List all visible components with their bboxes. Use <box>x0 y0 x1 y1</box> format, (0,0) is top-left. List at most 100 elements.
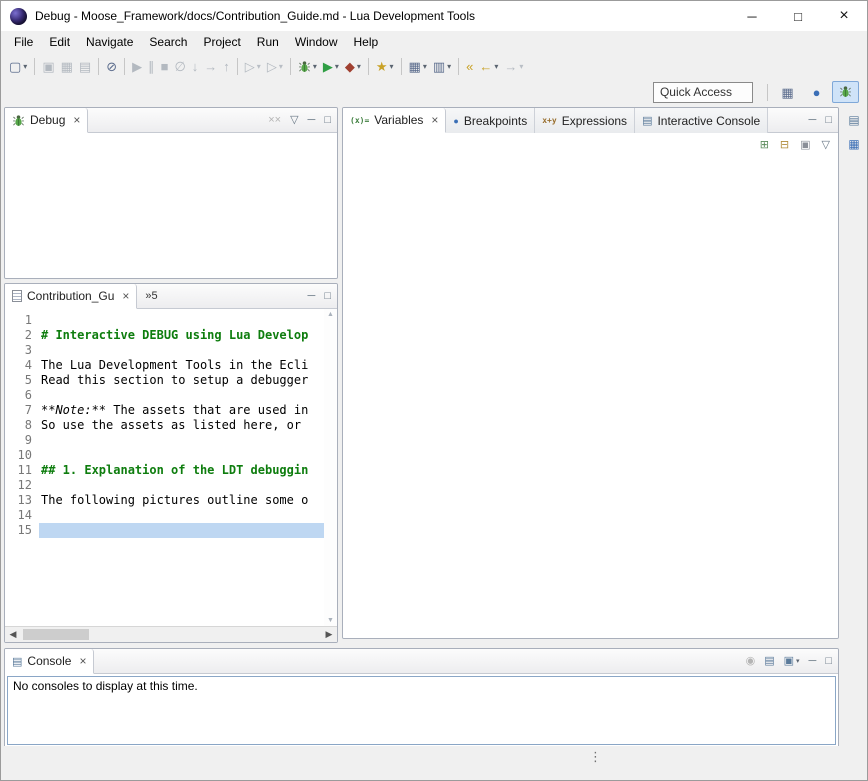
step-over-button[interactable]: → <box>201 55 220 77</box>
dropdown-arrow-icon[interactable]: ▾ <box>423 62 427 71</box>
view-menu-button[interactable]: ▽ <box>290 115 298 126</box>
debug-history-button[interactable]: ▷▾ <box>242 55 264 77</box>
disconnect-button[interactable]: ∅ <box>171 55 188 77</box>
menu-project[interactable]: Project <box>195 32 248 52</box>
open-console-button[interactable]: ▣▾ <box>784 656 800 667</box>
minimize-button[interactable]: ─ <box>809 115 817 126</box>
code-area[interactable]: # Interactive DEBUG using Lua DevelopThe… <box>39 309 337 642</box>
tab-contribution-guide[interactable]: Contribution_Gu × <box>5 284 137 309</box>
print-button[interactable]: ▤ <box>76 55 94 77</box>
vertical-scrollbar[interactable]: ▲ ▼ <box>324 309 337 626</box>
menu-file[interactable]: File <box>6 32 41 52</box>
app-icon[interactable] <box>10 8 27 25</box>
terminate-button[interactable]: ■ <box>158 55 172 77</box>
scroll-right-icon[interactable]: ▶ <box>321 629 337 640</box>
show-view-button[interactable]: ▦▾ <box>406 55 430 77</box>
ldt-perspective-button[interactable]: ● <box>803 81 830 103</box>
horizontal-scrollbar[interactable]: ◀ ▶ <box>5 626 337 642</box>
external-tools-button[interactable]: ◆▾ <box>342 55 364 77</box>
maximize-window-button[interactable]: □ <box>775 1 821 31</box>
minimize-button[interactable]: ─ <box>308 291 316 302</box>
menu-run[interactable]: Run <box>249 32 287 52</box>
step-into-button[interactable]: ↓ <box>189 55 202 77</box>
maximize-button[interactable]: □ <box>825 115 832 126</box>
dropdown-arrow-icon[interactable]: ▾ <box>257 62 261 71</box>
tab-variables[interactable]: (x)=Variables× <box>343 108 446 133</box>
forward-button[interactable]: →▾ <box>501 55 526 77</box>
pin-view-button[interactable]: ▣ <box>800 140 810 151</box>
scroll-down-icon[interactable]: ▼ <box>327 617 334 624</box>
step-return-button[interactable]: ↑ <box>220 55 233 77</box>
menu-search[interactable]: Search <box>141 32 195 52</box>
maximize-button[interactable]: □ <box>324 115 331 126</box>
menu-edit[interactable]: Edit <box>41 32 78 52</box>
close-icon[interactable]: × <box>431 113 438 127</box>
back-icon: ← <box>479 60 492 73</box>
save-button[interactable]: ▣ <box>39 55 57 77</box>
minimize-window-button[interactable]: ─ <box>729 1 775 31</box>
tab-console-label: Console <box>27 654 71 668</box>
pin-console-button[interactable]: ◉ <box>746 656 756 667</box>
last-edit-location-button[interactable]: « <box>463 55 476 77</box>
resume-button[interactable]: ▶ <box>129 55 145 77</box>
close-icon[interactable]: × <box>122 289 129 303</box>
close-icon[interactable]: × <box>73 113 80 127</box>
dropdown-arrow-icon[interactable]: ▾ <box>335 62 339 71</box>
editor-tab-overflow[interactable]: »5 <box>137 290 165 302</box>
dropdown-arrow-icon[interactable]: ▾ <box>313 62 317 71</box>
console-view: ▤ Console × ◉ ▤ ▣▾ ─ □ No consoles to displa… <box>4 648 839 748</box>
dropdown-arrow-icon[interactable]: ▾ <box>796 658 800 665</box>
new-wizard-button[interactable]: ★▾ <box>373 55 397 77</box>
variables-view-body[interactable] <box>343 157 838 638</box>
dropdown-arrow-icon[interactable]: ▾ <box>357 62 361 71</box>
debug-button[interactable]: ▾ <box>295 55 320 77</box>
show-logical-structure-button[interactable]: ⊞ <box>760 140 769 151</box>
run-history-button[interactable]: ▷▾ <box>264 55 286 77</box>
scrollbar-thumb[interactable] <box>23 629 89 640</box>
open-perspective-button[interactable]: ▦ <box>774 81 801 103</box>
tab-console[interactable]: ▤ Console × <box>5 649 94 674</box>
dropdown-arrow-icon[interactable]: ▾ <box>23 62 27 71</box>
line-number: 11 <box>5 463 32 478</box>
tab-expressions[interactable]: x+yExpressions <box>535 108 635 133</box>
dropdown-arrow-icon[interactable]: ▾ <box>390 62 394 71</box>
console-body[interactable]: No consoles to display at this time. <box>7 676 836 745</box>
maximize-button[interactable]: □ <box>825 656 832 667</box>
close-window-button[interactable]: × <box>821 1 867 31</box>
view-menu-button[interactable]: ▽ <box>822 140 830 151</box>
back-button[interactable]: ←▾ <box>476 55 501 77</box>
suspend-button[interactable]: ∥ <box>145 55 158 77</box>
sash-grip[interactable]: ⋮ <box>589 749 602 765</box>
quick-access-box[interactable]: Quick Access <box>653 82 753 103</box>
remove-all-terminated-button[interactable]: ×× <box>268 115 281 126</box>
debug-perspective-button[interactable] <box>832 81 859 103</box>
skip-all-breakpoints-button[interactable]: ⊘ <box>103 55 120 77</box>
scrollbar-track[interactable] <box>21 627 321 642</box>
minimized-view-button-1[interactable]: ▤ <box>848 113 859 127</box>
run-button[interactable]: ▶▾ <box>320 55 342 77</box>
dropdown-arrow-icon[interactable]: ▾ <box>519 62 523 71</box>
minimize-button[interactable]: ─ <box>809 656 817 667</box>
minimized-view-button-2[interactable]: ▦ <box>848 137 859 151</box>
dropdown-arrow-icon[interactable]: ▾ <box>447 62 451 71</box>
tab-debug[interactable]: Debug × <box>5 108 88 133</box>
close-icon[interactable]: × <box>79 654 86 668</box>
scroll-up-icon[interactable]: ▲ <box>327 311 334 318</box>
display-console-button[interactable]: ▤ <box>764 656 774 667</box>
new-button[interactable]: ▢▾ <box>6 55 30 77</box>
tab-breakpoints[interactable]: ●Breakpoints <box>446 108 535 133</box>
maximize-button[interactable]: □ <box>324 291 331 302</box>
minimize-button[interactable]: ─ <box>308 115 316 126</box>
menu-window[interactable]: Window <box>287 32 346 52</box>
open-perspective-button[interactable]: ▥▾ <box>430 55 454 77</box>
line-number-gutter[interactable]: 123456789101112131415 <box>5 309 39 642</box>
scroll-left-icon[interactable]: ◀ <box>5 629 21 640</box>
save-all-button[interactable]: ▦ <box>58 55 76 77</box>
dropdown-arrow-icon[interactable]: ▾ <box>279 62 283 71</box>
dropdown-arrow-icon[interactable]: ▾ <box>494 62 498 71</box>
menu-help[interactable]: Help <box>346 32 387 52</box>
menu-navigate[interactable]: Navigate <box>78 32 141 52</box>
collapse-all-button[interactable]: ⊟ <box>780 140 789 151</box>
debug-view-body[interactable] <box>5 133 337 278</box>
tab-interactive-console[interactable]: ▤Interactive Console <box>635 108 768 133</box>
